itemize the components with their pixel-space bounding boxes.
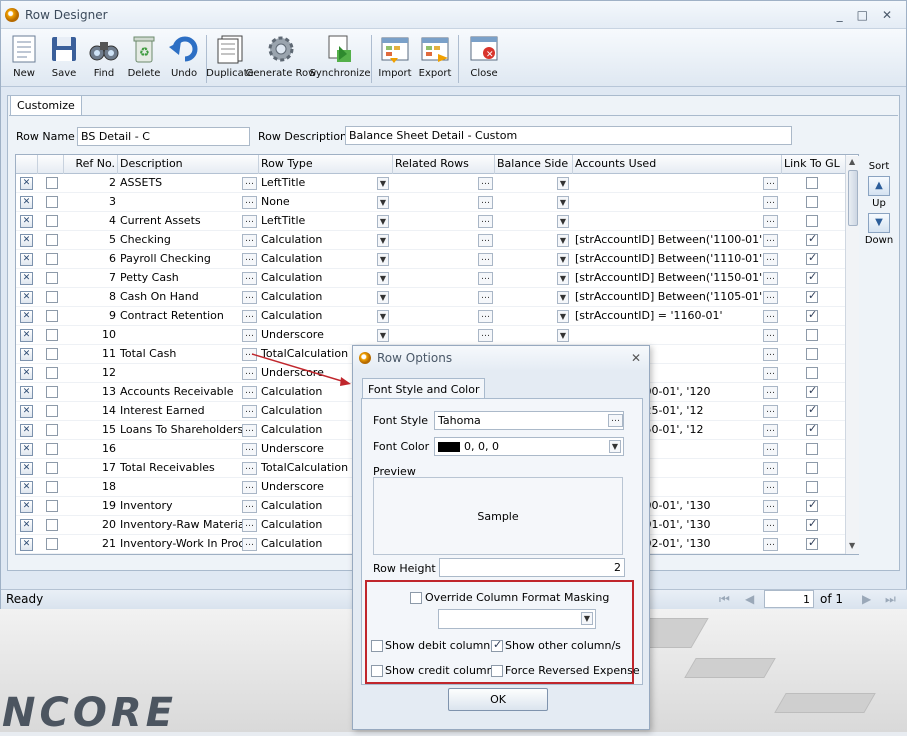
format-masking-select[interactable] — [438, 609, 596, 629]
font-style-browse-button[interactable]: … — [608, 414, 623, 427]
font-style-input[interactable]: Tahoma — [434, 411, 624, 430]
ok-button[interactable]: OK — [448, 688, 548, 711]
dialog-title: Row Options — [377, 351, 453, 365]
font-color-swatch — [438, 442, 460, 452]
show-other-columns-label: Show other column/s — [505, 639, 621, 652]
font-style-value: Tahoma — [438, 414, 481, 427]
dialog-app-icon — [359, 352, 371, 364]
row-height-input[interactable]: 2 — [439, 558, 625, 577]
font-color-label: Font Color — [373, 440, 430, 453]
font-style-label: Font Style — [373, 414, 429, 427]
font-color-value: 0, 0, 0 — [464, 440, 499, 453]
tab-font-style-and-color[interactable]: Font Style and Color — [362, 378, 486, 399]
show-credit-column-checkbox[interactable] — [371, 665, 383, 677]
override-column-format-label: Override Column Format Masking — [425, 591, 610, 604]
font-color-dropdown-icon[interactable]: ▼ — [609, 440, 621, 453]
show-debit-column-label: Show debit column — [385, 639, 491, 652]
force-reversed-expense-label: Force Reversed Expense — [505, 664, 640, 677]
override-column-format-checkbox[interactable] — [410, 592, 422, 604]
preview-box: Sample — [373, 477, 623, 555]
dialog-title-bar: Row Options ✕ — [353, 346, 649, 370]
row-height-label: Row Height — [373, 562, 436, 575]
show-credit-column-label: Show credit column — [385, 664, 494, 677]
dialog-close-icon[interactable]: ✕ — [631, 351, 641, 365]
force-reversed-expense-checkbox[interactable] — [491, 665, 503, 677]
show-other-columns-checkbox[interactable] — [491, 638, 503, 652]
font-color-select[interactable]: 0, 0, 0 — [434, 437, 624, 456]
preview-sample: Sample — [477, 510, 519, 523]
format-masking-dropdown-icon[interactable]: ▼ — [581, 612, 593, 625]
show-debit-column-checkbox[interactable] — [371, 640, 383, 652]
